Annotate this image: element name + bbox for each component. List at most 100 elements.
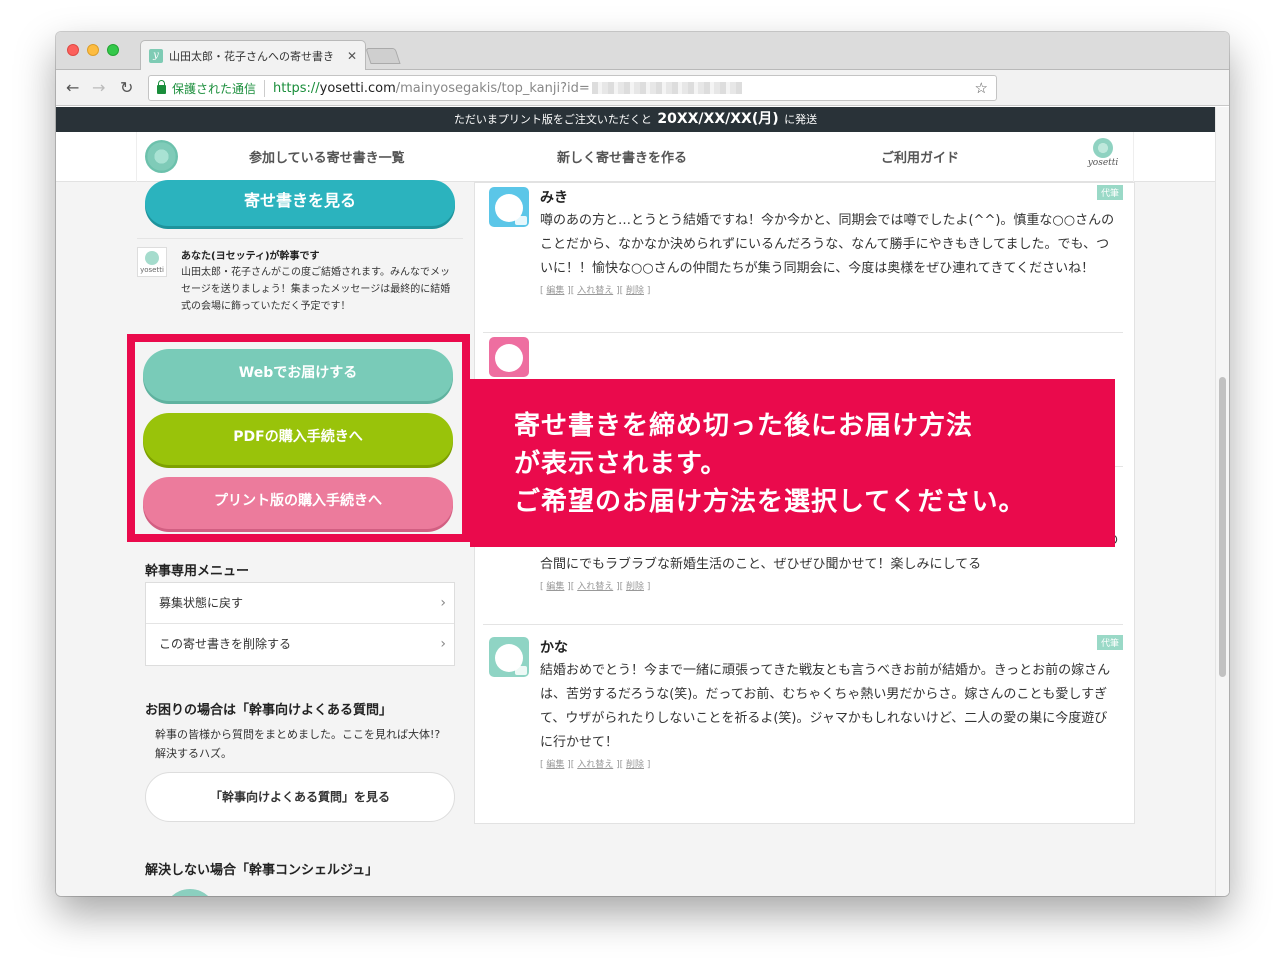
chevron-right-icon: ›: [440, 595, 446, 611]
bracket-separator: ][: [616, 286, 624, 296]
edit-link[interactable]: 編集: [546, 760, 564, 770]
organizer-menu-title: 幹事専用メニュー: [145, 564, 250, 579]
proxy-badge: 代筆: [1096, 185, 1123, 200]
bracket-close: ]: [646, 582, 651, 592]
url-scheme: https://: [273, 80, 320, 96]
reload-icon[interactable]: ↻: [120, 78, 133, 98]
nav-guide[interactable]: ご利用ガイド: [881, 147, 959, 166]
page-viewport: ただいまプリント版をご注文いただくと 20XX/XX/XX(月) に発送 参加し…: [56, 107, 1229, 896]
camera-icon: [515, 666, 527, 675]
owner-description: 山田太郎・花子さんがこの度ご結婚されます。みんなでメッセージを送りましょう！集ま…: [181, 267, 451, 312]
minimize-window-icon[interactable]: [87, 44, 99, 56]
callout-line: 寄せ書きを締め切った後にお届け方法: [514, 411, 974, 441]
menu-item-delete[interactable]: この寄せ書きを削除する ›: [146, 624, 454, 665]
help-title: お困りの場合は「幹事向けよくある質問」: [145, 703, 393, 718]
maximize-window-icon[interactable]: [107, 44, 119, 56]
notice-prefix: ただいまプリント版をご注文いただくと: [453, 113, 652, 126]
menu-item-label: この寄せ書きを削除する: [159, 637, 292, 651]
face-icon: [495, 344, 523, 372]
organizer-menu: 募集状態に戻す › この寄せ書きを削除する ›: [145, 582, 455, 666]
swap-link[interactable]: 入れ替え: [577, 582, 613, 592]
bracket-separator: ][: [616, 760, 624, 770]
message-text: 噂のあの方と…とうとう結婚ですね！今か今かと、同期会では噂でしたよ(^^)。慎重…: [540, 213, 1115, 276]
bracket-open: [: [540, 760, 544, 770]
tab-title: 山田太郎・花子さんへの寄せ書き: [169, 50, 334, 63]
nav-joined-list[interactable]: 参加している寄せ書き一覧: [249, 147, 405, 166]
site-header: 参加している寄せ書き一覧 新しく寄せ書きを作る ご利用ガイド yosetti: [56, 132, 1215, 182]
scrollbar-thumb[interactable]: [1219, 377, 1226, 677]
purchase-print-button[interactable]: プリント版の購入手続きへ: [143, 477, 453, 529]
owner-title: あなた(ヨセッティ)が幹事です: [181, 251, 320, 262]
message-text: 結婚おめでとう！今まで一緒に頑張ってきた戦友とも言うべきお前が結婚か。きっとお前…: [540, 663, 1111, 750]
site-nav: 参加している寄せ書き一覧 新しく寄せ書きを作る ご利用ガイド yosetti: [136, 132, 1134, 182]
tab-close-icon[interactable]: ✕: [347, 49, 357, 63]
edit-link[interactable]: 編集: [546, 582, 564, 592]
chevron-right-icon: ›: [440, 636, 446, 652]
deliver-web-button[interactable]: Webでお届けする: [143, 349, 453, 401]
camera-icon: [515, 216, 527, 225]
avatar[interactable]: [489, 187, 529, 227]
back-arrow-icon[interactable]: ←: [66, 78, 79, 98]
notice-date: 20XX/XX/XX(月): [657, 111, 779, 127]
bracket-close: ]: [646, 286, 651, 296]
bracket-separator: ][: [567, 286, 575, 296]
delivery-options-highlight: Webでお届けする PDFの購入手続きへ プリント版の購入手続きへ: [127, 334, 470, 542]
owner-avatar-label: yosetti: [140, 266, 164, 274]
yosetti-avatar-icon: [1093, 138, 1113, 158]
message-body: 噂のあの方と…とうとう結婚ですね！今か今かと、同期会では噂でしたよ(^^)。慎重…: [540, 209, 1120, 297]
bracket-separator: ][: [616, 582, 624, 592]
nav-create-new[interactable]: 新しく寄せ書きを作る: [557, 147, 687, 166]
proxy-badge: 代筆: [1096, 635, 1123, 650]
yosetti-logo-icon[interactable]: [145, 140, 178, 173]
page-scrollbar[interactable]: [1215, 107, 1229, 896]
url-path: /mainyosegakis/top_kanji?id=: [395, 80, 590, 96]
callout-line: が表示されます。: [514, 449, 728, 479]
notice-suffix: に発送: [784, 113, 818, 126]
callout-line: ご希望のお届け方法を選択してください。: [514, 487, 1026, 517]
bracket-open: [: [540, 582, 544, 592]
browser-window: y 山田太郎・花子さんへの寄せ書き ✕ ← → ↻ 保護された通信 https:…: [56, 32, 1229, 896]
delete-link[interactable]: 削除: [626, 760, 644, 770]
message-actions: [ 編集 ][ 入れ替え ][ 削除 ]: [540, 581, 1120, 593]
menu-item-label: 募集状態に戻す: [159, 596, 244, 610]
faq-button[interactable]: 「幹事向けよくある質問」を見る: [145, 772, 455, 822]
delete-link[interactable]: 削除: [626, 582, 644, 592]
avatar[interactable]: [489, 637, 529, 677]
secure-connection-label[interactable]: 保護された通信: [172, 79, 266, 97]
browser-tab[interactable]: y 山田太郎・花子さんへの寄せ書き ✕: [140, 40, 366, 71]
bracket-close: ]: [646, 760, 651, 770]
message-author: みき: [540, 190, 568, 206]
tab-bar: y 山田太郎・花子さんへの寄せ書き ✕: [56, 32, 1229, 71]
message-item: かな 代筆 結婚おめでとう！今まで一緒に頑張ってきた戦友とも言うべきお前が結婚か…: [483, 633, 1123, 783]
swap-link[interactable]: 入れ替え: [577, 760, 613, 770]
brand-name: yosetti: [1087, 158, 1119, 168]
edit-link[interactable]: 編集: [546, 286, 564, 296]
address-bar[interactable]: 保護された通信 https:// yosetti.com /mainyosega…: [148, 75, 997, 101]
menu-item-reopen[interactable]: 募集状態に戻す ›: [146, 583, 454, 624]
concierge-title: 解決しない場合「幹事コンシェルジュ」: [145, 863, 379, 878]
bookmark-star-icon[interactable]: ☆: [975, 79, 988, 97]
bracket-separator: ][: [567, 582, 575, 592]
delete-link[interactable]: 削除: [626, 286, 644, 296]
message-actions: [ 編集 ][ 入れ替え ][ 削除 ]: [540, 759, 1120, 771]
message-author: かな: [540, 640, 568, 656]
url-host: yosetti.com: [319, 80, 396, 96]
user-menu[interactable]: yosetti: [1085, 138, 1121, 168]
new-tab-button[interactable]: [365, 48, 401, 64]
yosetti-favicon-icon: y: [149, 49, 163, 63]
concierge-avatar: [163, 889, 217, 896]
instruction-callout: 寄せ書きを締め切った後にお届け方法 が表示されます。 ご希望のお届け方法を選択し…: [470, 379, 1115, 547]
message-actions: [ 編集 ][ 入れ替え ][ 削除 ]: [540, 285, 1120, 297]
swap-link[interactable]: 入れ替え: [577, 286, 613, 296]
shipping-notice-bar: ただいまプリント版をご注文いただくと 20XX/XX/XX(月) に発送: [56, 107, 1215, 132]
message-body: 結婚おめでとう！今まで一緒に頑張ってきた戦友とも言うべきお前が結婚か。きっとお前…: [540, 659, 1120, 771]
close-window-icon[interactable]: [67, 44, 79, 56]
owner-avatar: yosetti: [137, 247, 167, 277]
lock-icon: [157, 80, 166, 94]
forward-arrow-icon[interactable]: →: [92, 78, 105, 98]
view-yosegaki-button[interactable]: 寄せ書きを見る: [145, 180, 455, 226]
purchase-pdf-button[interactable]: PDFの購入手続きへ: [143, 413, 453, 465]
bracket-open: [: [540, 286, 544, 296]
browser-toolbar: ← → ↻ 保護された通信 https:// yosetti.com /main…: [56, 70, 1229, 106]
avatar[interactable]: [489, 337, 529, 377]
